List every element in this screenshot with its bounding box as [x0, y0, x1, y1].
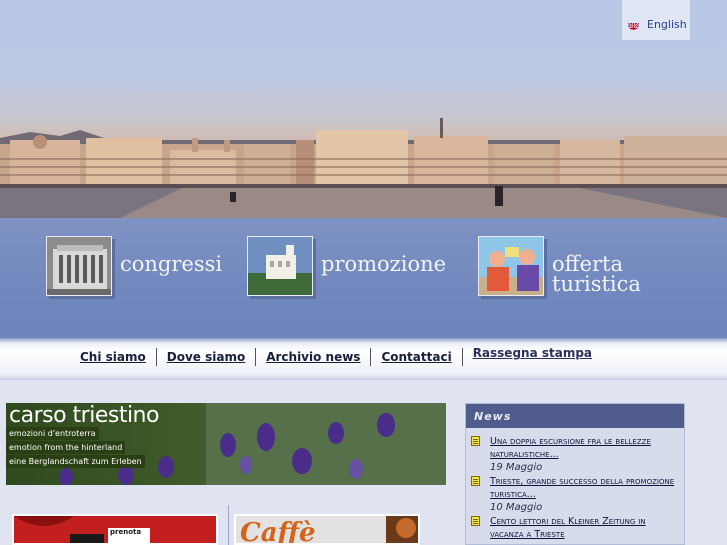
- section-label-offerta-turistica: offerta turistica: [552, 252, 641, 296]
- nav-rassegna-stampa[interactable]: Rassegna stampa: [463, 344, 602, 366]
- main-navbar: Chi siamo Dove siamo Archivio news Conta…: [0, 338, 727, 380]
- news-item-date: 19 Maggio: [490, 462, 543, 473]
- carso-tag-it: emozioni d'entroterra: [6, 427, 99, 440]
- tourists-illustration-icon: [478, 236, 544, 296]
- uk-flag-icon: [628, 19, 639, 30]
- nav-archivio-news[interactable]: Archivio news: [256, 348, 372, 366]
- theater-building-icon: [46, 236, 112, 296]
- section-label-congressi: congressi: [120, 252, 223, 276]
- section-congressi[interactable]: congressi: [46, 236, 222, 296]
- news-item: Una doppia escursione fra le bellezze na…: [466, 435, 684, 475]
- news-item: Cento lettori del Kleiner Zeitung in vac…: [466, 515, 684, 541]
- nav-dove-siamo[interactable]: Dove siamo: [157, 348, 257, 366]
- english-language-link[interactable]: English: [647, 18, 687, 31]
- news-item-title[interactable]: Una doppia escursione fra le bellezze na…: [490, 435, 680, 461]
- section-label-promozione: promozione: [321, 252, 447, 276]
- news-box: News Una doppia escursione fra le bellez…: [465, 403, 685, 545]
- document-icon: [471, 476, 480, 486]
- document-icon: [471, 516, 480, 526]
- news-item-title[interactable]: Cento lettori del Kleiner Zeitung in vac…: [490, 515, 680, 541]
- teatro-banner[interactable]: prenota: [12, 514, 218, 545]
- sections-band: congressi promozione offerta turistica: [0, 218, 727, 338]
- nav-chi-siamo[interactable]: Chi siamo: [80, 348, 157, 366]
- column-divider: [228, 505, 229, 545]
- caffe-text: Caffè: [240, 518, 316, 545]
- carso-tag-de: eine Berglandschaft zum Erleben: [6, 455, 145, 468]
- carso-tag-en: emotion from the hinterland: [6, 441, 126, 454]
- header-panorama: English: [0, 0, 727, 218]
- carso-triestino-banner[interactable]: carso triestino emozioni d'entroterra em…: [6, 403, 446, 485]
- teatro-prenota-text: prenota: [110, 528, 142, 536]
- news-item-title[interactable]: Trieste, grande successo della promozion…: [490, 475, 680, 501]
- news-item-date: 10 Maggio: [490, 502, 543, 513]
- section-offerta-turistica[interactable]: offerta turistica: [478, 236, 641, 296]
- castle-icon: [247, 236, 313, 296]
- news-header: News: [466, 404, 684, 428]
- carso-title: carso triestino: [9, 403, 159, 428]
- section-promozione[interactable]: promozione: [247, 236, 446, 296]
- nav-contattaci[interactable]: Contattaci: [371, 348, 463, 366]
- news-item: Trieste, grande successo della promozion…: [466, 475, 684, 515]
- trieste-panorama-image: [0, 118, 727, 218]
- document-icon: [471, 436, 480, 446]
- language-switcher: English: [622, 0, 690, 40]
- caffe-banner[interactable]: Caffè: [234, 514, 420, 545]
